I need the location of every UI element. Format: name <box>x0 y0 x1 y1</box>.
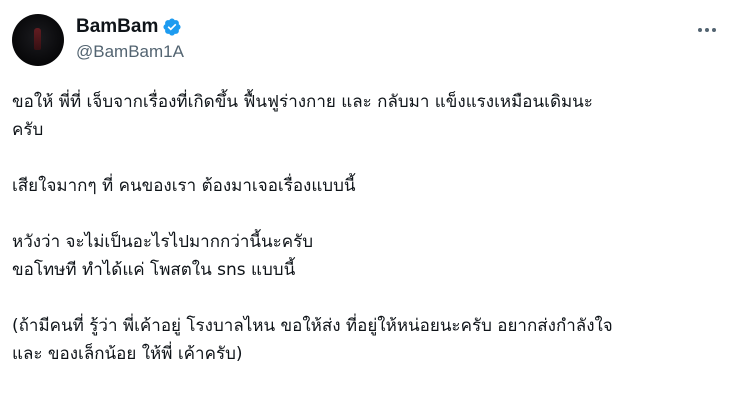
name-row: BamBam <box>76 14 675 40</box>
tweet-header: BamBam @BamBam1A <box>76 14 675 66</box>
tweet-line: (ถ้ามีคนที่ รู้ว่า พี่เค้าอยู่ โรงบาลไหน… <box>12 316 613 336</box>
display-name[interactable]: BamBam <box>76 16 158 38</box>
tweet-line: ขอให้ พี่ที่ เจ็บจากเรื่องที่เกิดขึ้น ฟื… <box>12 92 593 112</box>
handle[interactable]: @BamBam1A <box>76 42 675 62</box>
tweet-line: ครับ <box>12 120 44 140</box>
tweet-card: BamBam @BamBam1A ขอให้ พี่ที่ เจ็บจากเรื… <box>0 0 735 402</box>
avatar-figure <box>34 28 41 50</box>
verified-badge-icon <box>162 17 182 37</box>
tweet-line: เสียใจมากๆ ที่ คนของเรา ต้องมาเจอเรื่องแ… <box>12 176 356 196</box>
avatar[interactable] <box>12 14 64 66</box>
tweet-line: ขอโทษที ทำได้แค่ โพสตใน sns แบบนี้ <box>12 260 296 280</box>
tweet-line: หวังว่า จะไม่เป็นอะไรไปมากกว่านี้นะครับ <box>12 232 314 252</box>
tweet-text: ขอให้ พี่ที่ เจ็บจากเรื่องที่เกิดขึ้น ฟื… <box>12 88 721 368</box>
tweet-line: และ ของเล็กน้อย ให้พี่ เค้าครับ) <box>12 344 243 364</box>
more-options-icon[interactable] <box>693 20 721 40</box>
